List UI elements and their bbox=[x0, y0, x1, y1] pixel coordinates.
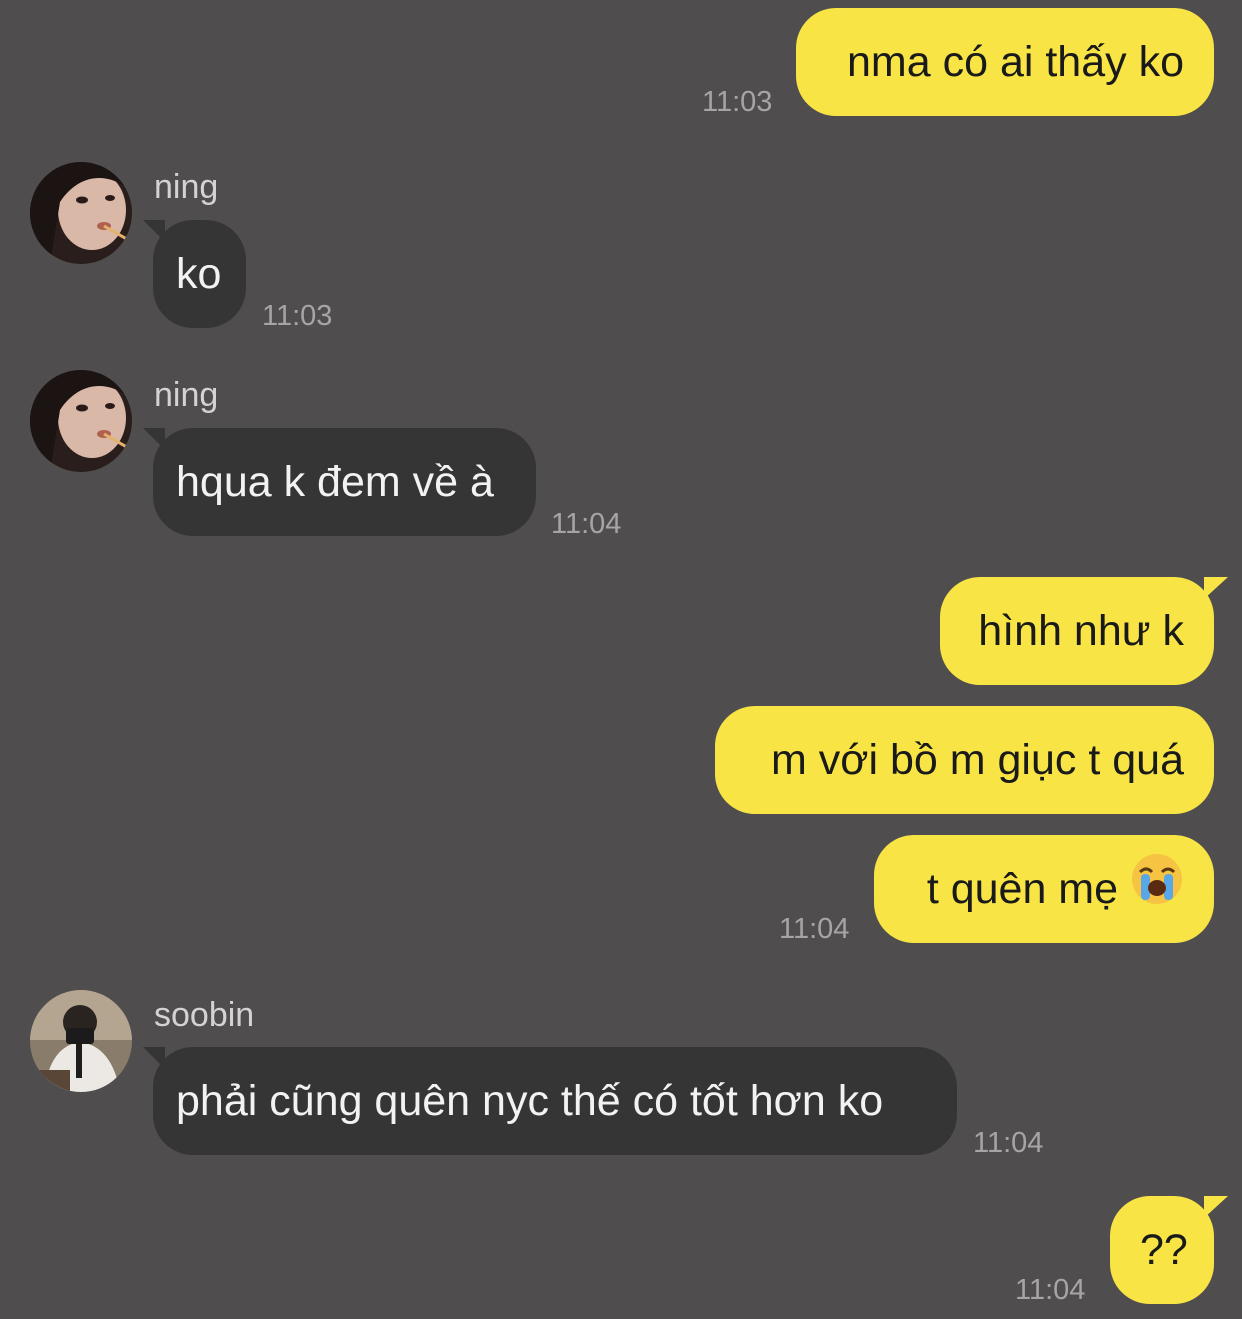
message-bubble-theirs[interactable]: hqua k đem về à bbox=[143, 428, 536, 536]
avatar-soobin-photo bbox=[30, 990, 132, 1092]
message-bubble-mine[interactable]: ?? bbox=[1110, 1196, 1228, 1304]
message-timestamp: 11:04 bbox=[973, 1127, 1044, 1159]
message-timestamp: 11:03 bbox=[702, 86, 773, 118]
message-bubble-mine[interactable]: m với bồ m giục t quá bbox=[715, 706, 1214, 814]
avatar-ning[interactable] bbox=[30, 370, 132, 472]
loudly-crying-face-icon bbox=[1130, 838, 1184, 946]
message-bubble-theirs[interactable]: phải cũng quên nyc thế có tốt hơn ko bbox=[143, 1047, 957, 1155]
bubble-tail bbox=[143, 428, 165, 450]
message-text: ko bbox=[176, 250, 222, 298]
bubble-tail bbox=[1204, 1196, 1228, 1218]
message-timestamp: 11:03 bbox=[262, 300, 333, 332]
bubble-tail bbox=[143, 1047, 165, 1069]
avatar-ning-photo bbox=[30, 370, 132, 472]
avatar-soobin[interactable] bbox=[30, 990, 132, 1092]
sender-name: soobin bbox=[154, 996, 255, 1034]
message-bubble-mine[interactable]: nma có ai thấy ko bbox=[796, 8, 1214, 116]
message-timestamp: 11:04 bbox=[1015, 1274, 1086, 1306]
message-bubble-mine[interactable]: hình như k bbox=[940, 577, 1228, 685]
bubble-tail bbox=[143, 220, 165, 242]
avatar-ning[interactable] bbox=[30, 162, 132, 264]
sender-name: ning bbox=[154, 168, 219, 206]
message-bubble-theirs[interactable]: ko bbox=[143, 220, 246, 328]
message-text: m với bồ m giục t quá bbox=[771, 736, 1184, 784]
message-text: phải cũng quên nyc thế có tốt hơn ko bbox=[176, 1077, 884, 1125]
message-timestamp: 11:04 bbox=[779, 913, 850, 945]
bubble-tail bbox=[1204, 577, 1228, 599]
sender-name: ning bbox=[154, 376, 219, 414]
message-timestamp: 11:04 bbox=[551, 508, 622, 540]
message-bubble-mine[interactable]: t quên mẹ bbox=[874, 835, 1214, 943]
message-text: t quên mẹ bbox=[926, 865, 1119, 913]
message-text: ?? bbox=[1140, 1226, 1188, 1274]
avatar-ning-photo bbox=[30, 162, 132, 264]
message-text: hình như k bbox=[978, 607, 1184, 655]
message-text: nma có ai thấy ko bbox=[846, 38, 1184, 86]
message-text: hqua k đem về à bbox=[176, 458, 494, 506]
